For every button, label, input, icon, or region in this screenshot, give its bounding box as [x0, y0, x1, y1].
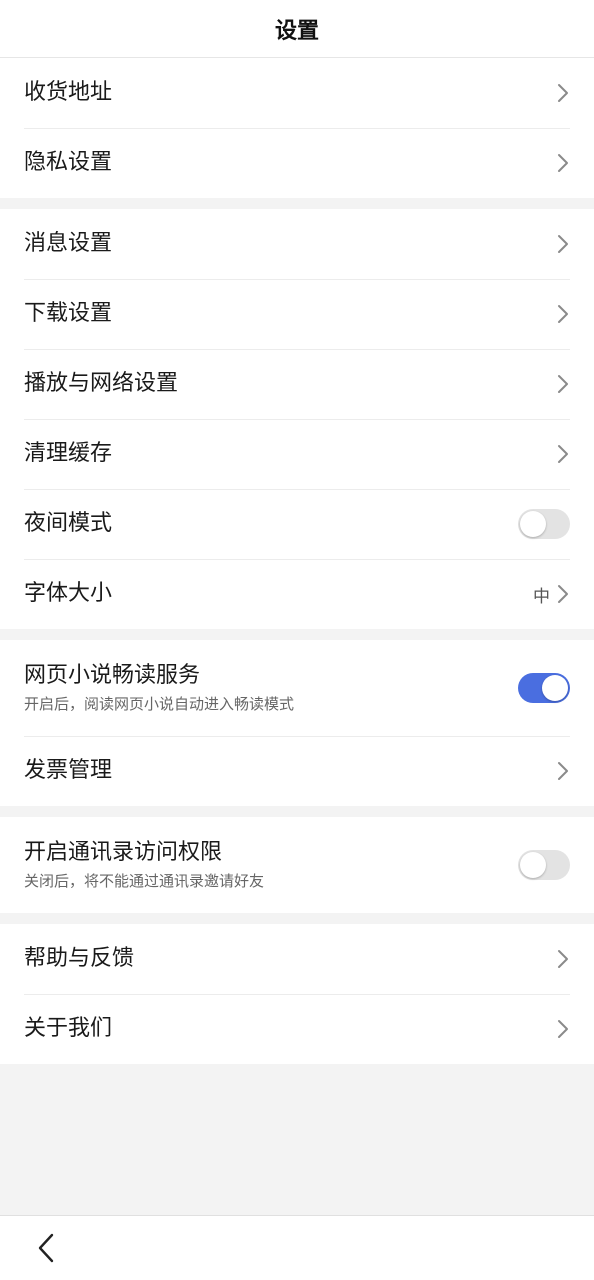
row-invoice-management[interactable]: 发票管理 — [0, 736, 594, 806]
row-shipping-address[interactable]: 收货地址 — [0, 58, 594, 128]
toggle-knob — [542, 675, 568, 701]
chevron-right-icon — [556, 374, 570, 394]
chevron-right-icon — [556, 444, 570, 464]
settings-group-about: 帮助与反馈 关于我们 — [0, 924, 594, 1064]
row-label: 播放与网络设置 — [24, 371, 179, 396]
chevron-right-icon — [556, 761, 570, 781]
settings-group-contacts: 开启通讯录访问权限 关闭后，将不能通过通讯录邀请好友 — [0, 817, 594, 913]
row-about-us[interactable]: 关于我们 — [0, 994, 594, 1064]
contacts-permission-toggle[interactable] — [518, 850, 570, 880]
row-label: 发票管理 — [24, 758, 113, 783]
chevron-right-icon — [556, 234, 570, 254]
chevron-right-icon — [556, 584, 570, 604]
row-label: 帮助与反馈 — [24, 946, 135, 971]
page-title: 设置 — [274, 18, 319, 44]
night-mode-toggle[interactable] — [518, 509, 570, 539]
settings-group-reading: 网页小说畅读服务 开启后，阅读网页小说自动进入畅读模式 发票管理 — [0, 640, 594, 806]
settings-group-general: 消息设置 下载设置 播放与网络设置 清理缓存 夜间模式 字体大小 中 — [0, 209, 594, 629]
row-label: 夜间模式 — [24, 511, 113, 536]
row-night-mode: 夜间模式 — [0, 489, 594, 559]
chevron-right-icon — [556, 949, 570, 969]
row-font-size[interactable]: 字体大小 中 — [0, 559, 594, 629]
row-label: 字体大小 — [24, 581, 113, 606]
chevron-right-icon — [556, 83, 570, 103]
nav-header: 设置 — [0, 0, 594, 58]
row-label: 开启通讯录访问权限 — [24, 840, 223, 865]
settings-group-address-privacy: 收货地址 隐私设置 — [0, 58, 594, 198]
back-button[interactable] — [34, 1231, 58, 1265]
row-label: 网页小说畅读服务 — [24, 663, 201, 688]
row-privacy-settings[interactable]: 隐私设置 — [0, 128, 594, 198]
chevron-right-icon — [556, 1019, 570, 1039]
row-label: 消息设置 — [24, 231, 113, 256]
web-novel-reading-toggle[interactable] — [518, 673, 570, 703]
row-description: 开启后，阅读网页小说自动进入畅读模式 — [24, 695, 295, 713]
row-label: 清理缓存 — [24, 441, 113, 466]
row-label: 隐私设置 — [24, 150, 113, 175]
toggle-knob — [520, 852, 546, 878]
row-description: 关闭后，将不能通过通讯录邀请好友 — [24, 872, 265, 890]
toggle-knob — [520, 511, 546, 537]
chevron-right-icon — [556, 304, 570, 324]
row-message-settings[interactable]: 消息设置 — [0, 209, 594, 279]
row-clear-cache[interactable]: 清理缓存 — [0, 419, 594, 489]
bottom-nav-bar — [0, 1215, 594, 1280]
row-contacts-permission: 开启通讯录访问权限 关闭后，将不能通过通讯录邀请好友 — [0, 817, 594, 913]
row-label: 收货地址 — [24, 80, 113, 105]
row-label: 关于我们 — [24, 1016, 113, 1041]
row-download-settings[interactable]: 下载设置 — [0, 279, 594, 349]
chevron-right-icon — [556, 153, 570, 173]
row-label: 下载设置 — [24, 301, 113, 326]
row-web-novel-reading: 网页小说畅读服务 开启后，阅读网页小说自动进入畅读模式 — [0, 640, 594, 736]
row-help-feedback[interactable]: 帮助与反馈 — [0, 924, 594, 994]
chevron-left-icon — [38, 1233, 54, 1263]
row-playback-network-settings[interactable]: 播放与网络设置 — [0, 349, 594, 419]
font-size-value: 中 — [533, 586, 550, 607]
